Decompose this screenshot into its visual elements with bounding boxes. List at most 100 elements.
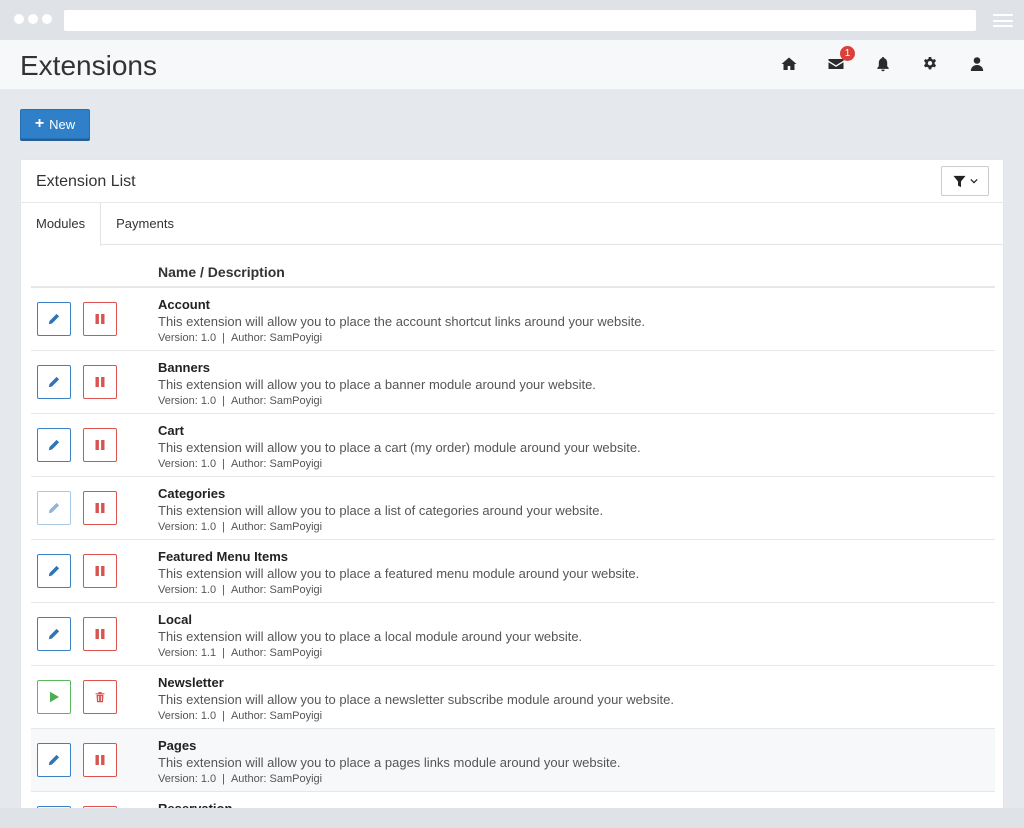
- version-label: Version:: [158, 521, 198, 533]
- edit-button[interactable]: [37, 743, 71, 777]
- window-dot: [42, 14, 52, 24]
- extension-info: Newsletter This extension will allow you …: [158, 675, 674, 724]
- extension-name: Account: [158, 297, 210, 312]
- column-header-name: Name / Description: [158, 264, 285, 280]
- plus-icon: +: [34, 115, 45, 132]
- disable-button[interactable]: [83, 491, 117, 525]
- author-label: Author:: [230, 458, 267, 470]
- author-value: SamPoyigi: [269, 458, 323, 470]
- table-row: Featured Menu Items This extension will a…: [31, 540, 995, 603]
- extension-name: Pages: [158, 738, 197, 753]
- table-row: Cart This extension will allow you to pla…: [31, 414, 995, 477]
- edit-button[interactable]: [37, 302, 71, 336]
- author-value: SamPoyigi: [269, 584, 323, 596]
- meta-separator: |: [222, 458, 225, 470]
- table-row: Banners This extension will allow you to …: [31, 351, 995, 414]
- pencil-icon: [48, 376, 60, 388]
- table-row: Account This extension will allow you to …: [31, 288, 995, 351]
- extension-info: Pages This extension will allow you to pl…: [158, 738, 620, 787]
- gear-icon[interactable]: [906, 54, 953, 74]
- author-label: Author:: [230, 332, 267, 344]
- version-value: 1.0: [200, 584, 217, 596]
- home-icon[interactable]: [765, 54, 812, 74]
- extension-info: Banners This extension will allow you to …: [158, 360, 596, 409]
- pencil-icon: [48, 313, 60, 325]
- install-button[interactable]: [37, 680, 71, 714]
- edit-button[interactable]: [37, 617, 71, 651]
- pencil-icon: [48, 754, 60, 766]
- disable-button[interactable]: [83, 365, 117, 399]
- filter-button[interactable]: [941, 166, 989, 196]
- extension-meta: Version: 1.1 | Author: SamPoyigi: [158, 646, 582, 661]
- author-label: Author:: [230, 395, 267, 407]
- tab-modules[interactable]: Modules: [21, 203, 102, 246]
- extension-name: Cart: [158, 423, 185, 438]
- meta-separator: |: [222, 584, 225, 596]
- edit-button[interactable]: [37, 365, 71, 399]
- version-label: Version:: [158, 584, 198, 596]
- version-label: Version:: [158, 647, 198, 659]
- version-value: 1.0: [200, 395, 217, 407]
- tab-bar: Modules Payments: [21, 203, 1003, 246]
- tab-payments[interactable]: Payments: [101, 203, 189, 245]
- pause-icon: [94, 565, 106, 577]
- version-label: Version:: [158, 773, 198, 785]
- meta-separator: |: [222, 773, 225, 785]
- extension-meta: Version: 1.0 | Author: SamPoyigi: [158, 709, 674, 724]
- extension-name: Featured Menu Items: [158, 549, 289, 564]
- extension-meta: Version: 1.0 | Author: SamPoyigi: [158, 394, 596, 409]
- table-header: Name / Description: [31, 246, 995, 288]
- extension-meta: Version: 1.0 | Author: SamPoyigi: [158, 457, 641, 472]
- pencil-icon: [48, 565, 60, 577]
- table-row: Local This extension will allow you to pl…: [31, 603, 995, 666]
- mail-icon[interactable]: 1: [812, 46, 859, 74]
- pause-icon: [94, 376, 106, 388]
- extension-description: This extension will allow you to place t…: [158, 314, 646, 329]
- pause-icon: [94, 439, 106, 451]
- version-label: Version:: [158, 332, 198, 344]
- author-value: SamPoyigi: [269, 521, 323, 533]
- author-value: SamPoyigi: [269, 710, 323, 722]
- meta-separator: |: [222, 395, 225, 407]
- address-bar[interactable]: [64, 10, 976, 31]
- author-label: Author:: [230, 647, 267, 659]
- extension-description: This extension will allow you to place a…: [158, 692, 674, 707]
- edit-button[interactable]: [37, 491, 71, 525]
- author-value: SamPoyigi: [269, 395, 323, 407]
- version-value: 1.0: [200, 710, 217, 722]
- extension-info: Cart This extension will allow you to pla…: [158, 423, 641, 472]
- delete-button[interactable]: [83, 680, 117, 714]
- author-value: SamPoyigi: [269, 332, 323, 344]
- extension-list-panel: Extension List Modules Payments Name / D…: [20, 159, 1004, 828]
- trash-icon: [94, 691, 106, 703]
- extension-name: Banners: [158, 360, 211, 375]
- version-value: 1.0: [200, 332, 217, 344]
- nav-icons: 1: [765, 46, 1000, 74]
- disable-button[interactable]: [83, 554, 117, 588]
- disable-button[interactable]: [83, 743, 117, 777]
- mail-badge: 1: [840, 46, 855, 61]
- author-label: Author:: [230, 584, 267, 596]
- edit-button[interactable]: [37, 554, 71, 588]
- version-label: Version:: [158, 710, 198, 722]
- extension-meta: Version: 1.0 | Author: SamPoyigi: [158, 772, 620, 787]
- meta-separator: |: [222, 521, 225, 533]
- pause-icon: [94, 313, 106, 325]
- disable-button[interactable]: [83, 428, 117, 462]
- extension-description: This extension will allow you to place a…: [158, 566, 640, 581]
- extension-table: Name / Description Account This extension…: [31, 246, 995, 828]
- play-icon: [48, 691, 60, 703]
- pencil-icon: [48, 628, 60, 640]
- author-label: Author:: [230, 521, 267, 533]
- disable-button[interactable]: [83, 302, 117, 336]
- menu-icon[interactable]: [993, 14, 1013, 27]
- extension-description: This extension will allow you to place a…: [158, 755, 621, 770]
- new-button[interactable]: + New: [20, 109, 90, 139]
- extension-info: Categories This extension will allow you …: [158, 486, 603, 535]
- user-icon[interactable]: [953, 54, 1000, 74]
- disable-button[interactable]: [83, 617, 117, 651]
- bell-icon[interactable]: [859, 54, 906, 74]
- edit-button[interactable]: [37, 428, 71, 462]
- filter-icon: [952, 175, 966, 187]
- extension-info: Account This extension will allow you to …: [158, 297, 645, 346]
